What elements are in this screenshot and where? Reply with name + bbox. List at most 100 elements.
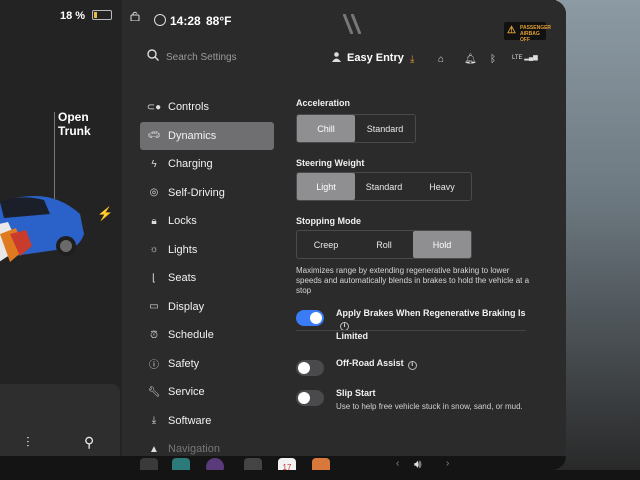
- car-visualization-panel: 18 % Open Trunk ⚡ ⫶ ⚲: [0, 0, 122, 470]
- nav-label: Schedule: [168, 329, 214, 342]
- nav-label: Service: [168, 386, 205, 399]
- display-icon: ▭: [149, 301, 159, 313]
- nav-item-self-driving[interactable]: ◎ Self-Driving: [140, 179, 274, 208]
- nav-label: Locks: [168, 215, 197, 228]
- apply-brakes-label-line-2: Limited: [336, 331, 369, 341]
- nav-item-seats[interactable]: ⌊ Seats: [140, 264, 274, 293]
- acceleration-option-standard[interactable]: Standard: [355, 115, 415, 142]
- chevron-right-icon[interactable]: ›: [446, 458, 449, 469]
- navigation-icon: ▲: [149, 443, 159, 455]
- info-icon[interactable]: i: [407, 361, 417, 370]
- settings-nav: ⊂● Controls 🚗︎ Dynamics ϟ Charging ◎ Self-Dr…: [140, 93, 274, 464]
- nav-item-display[interactable]: ▭ Display: [140, 293, 274, 322]
- acceleration-option-chill[interactable]: Chill: [297, 115, 355, 142]
- nav-label: Controls: [168, 101, 209, 114]
- sentry-mode-icon[interactable]: [154, 14, 166, 26]
- battery-status: 18 %: [60, 10, 113, 22]
- bolt-icon: ϟ: [151, 158, 157, 170]
- nav-label: Navigation: [168, 443, 220, 456]
- trunk-label-trunk: Trunk: [58, 124, 91, 138]
- stopping-mode-label: Stopping Mode: [296, 216, 361, 226]
- slip-start-label: Slip Start: [336, 388, 376, 398]
- nav-item-schedule[interactable]: ⏰︎ Schedule: [140, 321, 274, 350]
- nav-item-controls[interactable]: ⊂● Controls: [140, 93, 274, 122]
- open-trunk-button[interactable]: Open Trunk: [58, 110, 91, 138]
- camera-app-icon[interactable]: [206, 458, 224, 470]
- clock-icon: ⏰︎: [150, 329, 158, 341]
- nav-item-charging[interactable]: ϟ Charging: [140, 150, 274, 179]
- outside-temperature: 88°F: [206, 14, 232, 28]
- toggle-icon: ⊂●: [146, 101, 162, 113]
- search-icon[interactable]: ⚲: [84, 434, 94, 451]
- light-icon: ☼: [149, 244, 159, 256]
- section-divider: [296, 330, 526, 331]
- wrench-icon: 🔧︎: [147, 386, 161, 398]
- download-icon: ⤓: [151, 415, 157, 427]
- nav-item-software[interactable]: ⤓ Software: [140, 407, 274, 436]
- nav-label: Software: [168, 414, 212, 427]
- acceleration-selector: Chill Standard: [296, 114, 416, 143]
- battery-icon: [92, 10, 113, 20]
- steering-weight-label: Steering Weight: [296, 158, 365, 168]
- seat-icon: ⌊: [152, 272, 156, 284]
- car-render: [0, 196, 84, 262]
- steering-weight-selector: Light Standard Heavy: [296, 172, 472, 201]
- bell-icon[interactable]: 🔔︎: [464, 54, 477, 65]
- off-road-assist-text: Off-Road Assist: [336, 358, 404, 368]
- calendar-app-icon[interactable]: 17: [278, 458, 296, 470]
- passenger-airbag-indicator: ⚠ PASSENGER AIRBAG OFF: [504, 22, 551, 43]
- calendar-day: 17: [282, 463, 292, 470]
- nav-label: Charging: [168, 158, 213, 171]
- stopping-option-roll[interactable]: Roll: [355, 231, 413, 258]
- touchscreen: 18 % Open Trunk ⚡ ⫶ ⚲ 14:28 88°F ⚠ PASSE…: [0, 0, 566, 470]
- nav-item-service[interactable]: 🔧︎ Service: [140, 378, 274, 407]
- nav-item-safety[interactable]: ⓘ Safety: [140, 350, 274, 379]
- search-settings-input[interactable]: [166, 50, 306, 64]
- off-road-assist-label: Off-Road Assist i: [336, 358, 417, 370]
- nav-label: Lights: [168, 243, 198, 256]
- acceleration-label: Acceleration: [296, 98, 351, 108]
- stripes-decoration: [342, 14, 362, 34]
- airbag-icon: ⚠: [507, 25, 516, 36]
- car-icon: 🚗︎: [147, 130, 161, 142]
- lock-icon[interactable]: [130, 11, 140, 21]
- nav-item-lights[interactable]: ☼ Lights: [140, 236, 274, 265]
- dashboard-trim: [0, 470, 640, 480]
- stopping-mode-selector: Creep Roll Hold: [296, 230, 472, 259]
- apply-brakes-label-line-1: Apply Brakes When Regenerative Braking I…: [336, 308, 526, 318]
- settings-panel: 14:28 88°F ⚠ PASSENGERAIRBAG OFF Easy En…: [122, 0, 566, 470]
- volume-icon[interactable]: 🔊︎: [414, 457, 422, 470]
- dashcam-app-icon[interactable]: [244, 458, 262, 470]
- steering-option-light[interactable]: Light: [297, 173, 355, 200]
- music-app-icon[interactable]: [172, 458, 190, 470]
- nav-item-locks[interactable]: 🔒︎ Locks: [140, 207, 274, 236]
- car-quick-controls: ⫶ ⚲: [0, 384, 120, 464]
- status-bar: 14:28 88°F ⚠ PASSENGER AIRBAG OFF: [122, 0, 566, 43]
- toybox-app-icon[interactable]: [312, 458, 330, 470]
- off-road-assist-toggle[interactable]: [296, 360, 324, 376]
- lte-label: LTE: [512, 55, 523, 61]
- stopping-mode-description: Maximizes range by extending regenerativ…: [296, 266, 530, 295]
- stopping-option-creep[interactable]: Creep: [297, 231, 355, 258]
- trunk-label-open: Open: [58, 110, 89, 124]
- lte-signal-icon: LTE ▂▄▆: [512, 55, 538, 61]
- adjust-sliders-icon[interactable]: ⫶: [26, 434, 30, 451]
- stopping-option-hold[interactable]: Hold: [413, 231, 471, 258]
- slip-start-toggle[interactable]: [296, 390, 324, 406]
- screen-bezel: [556, 0, 640, 480]
- slip-start-description: Use to help free vehicle stuck in snow, …: [336, 402, 523, 411]
- search-icon[interactable]: [146, 48, 160, 62]
- profile-name: Easy Entry: [347, 52, 404, 64]
- steering-option-heavy[interactable]: Heavy: [413, 173, 471, 200]
- bluetooth-icon[interactable]: ᛒ: [490, 54, 496, 65]
- nav-item-dynamics[interactable]: 🚗︎ Dynamics: [140, 121, 274, 150]
- driver-profile-button[interactable]: Easy Entry: [332, 52, 404, 64]
- download-icon[interactable]: ⤓: [410, 54, 414, 65]
- phone-app-icon[interactable]: [140, 458, 158, 470]
- chevron-left-icon[interactable]: ‹: [396, 458, 399, 469]
- garage-icon[interactable]: ⌂: [438, 54, 444, 65]
- apply-brakes-toggle[interactable]: [296, 310, 324, 326]
- lock-icon: 🔒︎: [151, 215, 157, 227]
- steering-option-standard[interactable]: Standard: [355, 173, 413, 200]
- nav-label: Self-Driving: [168, 186, 225, 199]
